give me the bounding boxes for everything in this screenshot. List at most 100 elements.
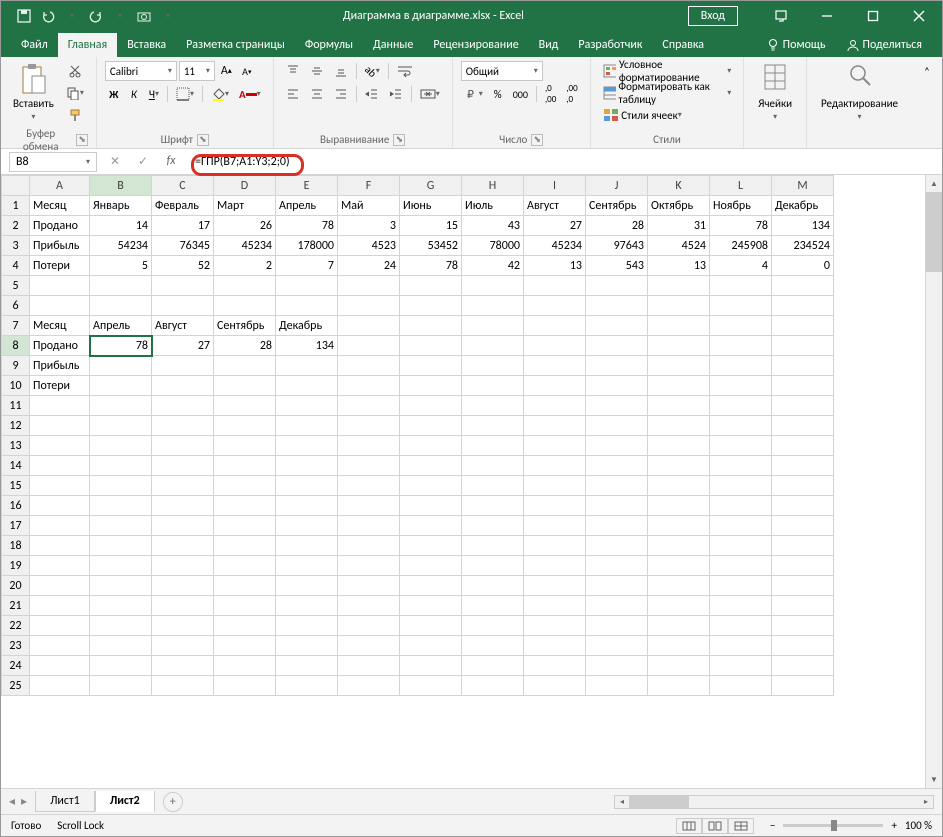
cell-J7[interactable]: [586, 316, 648, 336]
cell-H5[interactable]: [462, 276, 524, 296]
cell-D6[interactable]: [214, 296, 276, 316]
cell-B23[interactable]: [90, 636, 152, 656]
add-sheet-button[interactable]: +: [163, 792, 183, 812]
font-size-select[interactable]: 11▾: [179, 61, 215, 81]
cell-E3[interactable]: 178000: [276, 236, 338, 256]
cell-F21[interactable]: [338, 596, 400, 616]
cell-H23[interactable]: [462, 636, 524, 656]
cell-L25[interactable]: [710, 676, 772, 696]
cell-E18[interactable]: [276, 536, 338, 556]
cell-B9[interactable]: [90, 356, 152, 376]
cell-D11[interactable]: [214, 396, 276, 416]
cell-M3[interactable]: 234524: [772, 236, 834, 256]
cell-A1[interactable]: Месяц: [30, 196, 90, 216]
cell-G10[interactable]: [400, 376, 462, 396]
cell-B12[interactable]: [90, 416, 152, 436]
cell-D8[interactable]: 28: [214, 336, 276, 356]
zoom-level[interactable]: 100 %: [905, 819, 932, 832]
cell-E11[interactable]: [276, 396, 338, 416]
cell-F17[interactable]: [338, 516, 400, 536]
col-header-M[interactable]: M: [772, 176, 834, 196]
cell-J11[interactable]: [586, 396, 648, 416]
cell-L5[interactable]: [710, 276, 772, 296]
cut-button[interactable]: [62, 61, 88, 81]
cell-L17[interactable]: [710, 516, 772, 536]
cell-G15[interactable]: [400, 476, 462, 496]
cell-I8[interactable]: [524, 336, 586, 356]
fill-color-button[interactable]: ▾: [207, 84, 233, 104]
cell-G12[interactable]: [400, 416, 462, 436]
signin-button[interactable]: Вход: [688, 6, 738, 26]
cell-D10[interactable]: [214, 376, 276, 396]
cell-C3[interactable]: 76345: [152, 236, 214, 256]
cell-L23[interactable]: [710, 636, 772, 656]
cell-F14[interactable]: [338, 456, 400, 476]
save-icon[interactable]: [13, 5, 35, 27]
cell-L24[interactable]: [710, 656, 772, 676]
cell-C6[interactable]: [152, 296, 214, 316]
cell-M6[interactable]: [772, 296, 834, 316]
row-header-4[interactable]: 4: [2, 256, 30, 276]
cell-G16[interactable]: [400, 496, 462, 516]
cell-F16[interactable]: [338, 496, 400, 516]
cell-I2[interactable]: 27: [524, 216, 586, 236]
cell-D19[interactable]: [214, 556, 276, 576]
cell-H20[interactable]: [462, 576, 524, 596]
cell-J5[interactable]: [586, 276, 648, 296]
copy-button[interactable]: ▾: [62, 83, 88, 103]
cell-D17[interactable]: [214, 516, 276, 536]
cell-G6[interactable]: [400, 296, 462, 316]
cell-L10[interactable]: [710, 376, 772, 396]
cell-I5[interactable]: [524, 276, 586, 296]
cell-A3[interactable]: Прибыль: [30, 236, 90, 256]
row-header-6[interactable]: 6: [2, 296, 30, 316]
cell-I15[interactable]: [524, 476, 586, 496]
borders-button[interactable]: ▾: [172, 84, 198, 104]
col-header-F[interactable]: F: [338, 176, 400, 196]
cell-L18[interactable]: [710, 536, 772, 556]
format-painter-button[interactable]: [62, 105, 88, 125]
maximize-icon[interactable]: [850, 1, 896, 31]
cell-E10[interactable]: [276, 376, 338, 396]
align-middle-button[interactable]: [306, 61, 328, 81]
cell-J10[interactable]: [586, 376, 648, 396]
cell-M24[interactable]: [772, 656, 834, 676]
cell-M17[interactable]: [772, 516, 834, 536]
cell-L12[interactable]: [710, 416, 772, 436]
cell-F19[interactable]: [338, 556, 400, 576]
cell-H15[interactable]: [462, 476, 524, 496]
percent-format-button[interactable]: %: [489, 84, 507, 104]
editing-button[interactable]: Редактирование ▾: [815, 61, 904, 124]
cell-K24[interactable]: [648, 656, 710, 676]
ribbon-tab-Формулы[interactable]: Формулы: [295, 33, 363, 57]
cell-E9[interactable]: [276, 356, 338, 376]
cell-L14[interactable]: [710, 456, 772, 476]
decrease-font-button[interactable]: A▾: [238, 61, 256, 81]
row-header-17[interactable]: 17: [2, 516, 30, 536]
formula-input[interactable]: [189, 153, 942, 171]
cell-J20[interactable]: [586, 576, 648, 596]
cell-I10[interactable]: [524, 376, 586, 396]
number-dialog-launcher[interactable]: ⬊: [531, 134, 543, 146]
cell-I18[interactable]: [524, 536, 586, 556]
row-header-2[interactable]: 2: [2, 216, 30, 236]
cell-H4[interactable]: 42: [462, 256, 524, 276]
cell-F5[interactable]: [338, 276, 400, 296]
cell-M1[interactable]: Декабрь: [772, 196, 834, 216]
cell-C14[interactable]: [152, 456, 214, 476]
decrease-indent-button[interactable]: [361, 84, 383, 104]
cell-J8[interactable]: [586, 336, 648, 356]
cell-F25[interactable]: [338, 676, 400, 696]
bold-button[interactable]: Ж: [105, 84, 123, 104]
row-header-9[interactable]: 9: [2, 356, 30, 376]
undo-dropdown-icon[interactable]: ▾: [61, 5, 83, 27]
cell-L9[interactable]: [710, 356, 772, 376]
cell-K17[interactable]: [648, 516, 710, 536]
cell-B5[interactable]: [90, 276, 152, 296]
cell-J14[interactable]: [586, 456, 648, 476]
cell-M23[interactable]: [772, 636, 834, 656]
cell-K9[interactable]: [648, 356, 710, 376]
zoom-in-button[interactable]: +: [891, 819, 896, 832]
cell-G21[interactable]: [400, 596, 462, 616]
cell-I12[interactable]: [524, 416, 586, 436]
